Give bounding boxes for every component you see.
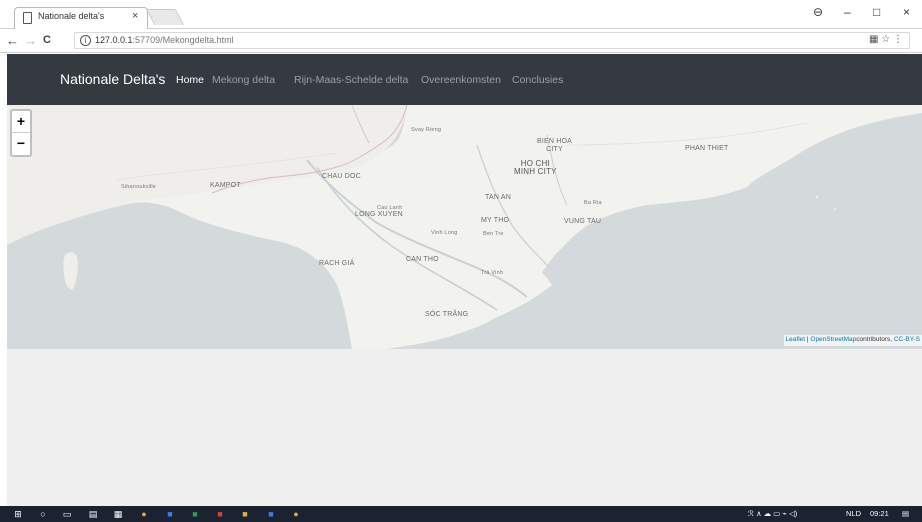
reload-button[interactable]: C xyxy=(43,34,51,46)
word-icon[interactable]: ■ xyxy=(165,509,175,519)
maximize-button[interactable]: □ xyxy=(873,5,880,19)
leaflet-map[interactable]: + − Svay Rieng BIEN HOA CITY PHAN THIET … xyxy=(7,105,922,349)
zoom-out-button[interactable]: − xyxy=(12,132,30,153)
place-label: RACH GIÁ xyxy=(319,260,355,267)
place-label: VUNG TAU xyxy=(564,218,602,225)
place-label: BIEN HOA CITY xyxy=(537,138,573,153)
omnibox-actions-icons[interactable]: ▦ ☆ ⋮ xyxy=(869,34,903,45)
nav-link-conclusies[interactable]: Conclusies xyxy=(512,74,563,86)
browser-tab[interactable]: Nationale delta's × xyxy=(14,7,148,29)
navbar-brand[interactable]: Nationale Delta's xyxy=(60,71,165,87)
language-indicator[interactable]: NLD xyxy=(846,509,861,518)
nav-link-home[interactable]: Home xyxy=(176,74,204,86)
store-icon[interactable]: ▤ xyxy=(88,509,98,519)
outlook-icon[interactable]: ■ xyxy=(266,509,276,519)
tray-icons[interactable]: ℛ ∧ ☁ ▭ ⌁ ◁) xyxy=(748,509,797,518)
notifications-icon[interactable]: ▤ xyxy=(902,509,909,518)
file-explorer-icon[interactable]: ■ xyxy=(240,509,250,519)
leaflet-link[interactable]: Leaflet xyxy=(786,336,806,343)
task-view-icon[interactable]: ▭ xyxy=(62,509,72,519)
place-label: Trà Vinh xyxy=(481,270,504,276)
calendar-icon[interactable]: ▦ xyxy=(113,509,123,519)
site-navbar: Nationale Delta's Home Mekong delta Rijn… xyxy=(7,54,922,105)
place-label: Sihanoukville xyxy=(121,184,157,190)
map-attribution: Leaflet | OpenStreetMapcontributors, CC-… xyxy=(783,335,922,346)
zoom-control: + − xyxy=(10,109,32,157)
place-label: CAN THO xyxy=(406,256,439,263)
nav-link-mekong-delta[interactable]: Mekong delta xyxy=(212,74,275,86)
page-icon xyxy=(23,12,32,24)
place-label: KAMPOT xyxy=(210,182,241,189)
tab-close-icon[interactable]: × xyxy=(132,10,138,22)
place-label: LONG XUYEN xyxy=(355,211,403,218)
place-label: Svay Rieng xyxy=(411,127,442,133)
place-label: PHAN THIET xyxy=(685,145,729,152)
chrome-running-icon[interactable]: ● xyxy=(291,509,301,519)
place-label: MY THO xyxy=(481,217,510,224)
place-label: Ben Tre xyxy=(483,231,504,237)
license-link[interactable]: CC-BY-S xyxy=(894,336,920,343)
search-icon[interactable]: ○ xyxy=(38,509,48,519)
profile-icon[interactable]: ⊖ xyxy=(813,5,823,19)
forward-button[interactable]: → xyxy=(24,33,37,48)
info-icon[interactable]: i xyxy=(80,35,91,46)
place-label: SÓC TRĂNG xyxy=(425,311,469,318)
place-label: TAN AN xyxy=(485,194,511,201)
zoom-in-button[interactable]: + xyxy=(12,111,30,132)
place-label: Ba Ria xyxy=(584,200,602,206)
url-text: 127.0.0.1:57709/Mekongdelta.html xyxy=(95,35,234,45)
address-bar[interactable]: i 127.0.0.1:57709/Mekongdelta.html ▦ ☆ ⋮ xyxy=(74,32,910,49)
place-label: HO CHI MINH CITY xyxy=(514,159,557,176)
osm-link[interactable]: OpenStreetMap xyxy=(810,336,856,343)
back-button[interactable]: ← xyxy=(6,33,19,48)
browser-tab-strip: Nationale delta's × ⊖ – □ × xyxy=(0,0,922,29)
page-content-area xyxy=(7,349,922,506)
tab-title: Nationale delta's xyxy=(38,11,105,21)
windows-start-icon[interactable]: ⊞ xyxy=(13,509,23,519)
chrome-icon[interactable]: ● xyxy=(139,509,149,519)
powerpoint-icon[interactable]: ■ xyxy=(215,509,225,519)
nav-link-overeenkomsten[interactable]: Overeenkomsten xyxy=(421,74,501,86)
nav-link-rijn-maas-schelde-delta[interactable]: Rijn-Maas-Schelde delta xyxy=(294,74,408,86)
excel-icon[interactable]: ■ xyxy=(190,509,200,519)
minimize-button[interactable]: – xyxy=(844,5,851,19)
browser-toolbar: ← → C i 127.0.0.1:57709/Mekongdelta.html… xyxy=(0,29,922,53)
clock[interactable]: 09:21 xyxy=(870,509,889,518)
place-label: Vinh Long xyxy=(431,230,458,236)
close-window-button[interactable]: × xyxy=(903,5,910,19)
new-tab-button[interactable] xyxy=(145,9,185,25)
place-label: CHAU DOC xyxy=(322,173,361,180)
windows-taskbar: ⊞ ○ ▭ ▤ ▦ ● ■ ■ ■ ■ ■ ● ℛ ∧ ☁ ▭ ⌁ ◁) NLD… xyxy=(0,506,922,522)
